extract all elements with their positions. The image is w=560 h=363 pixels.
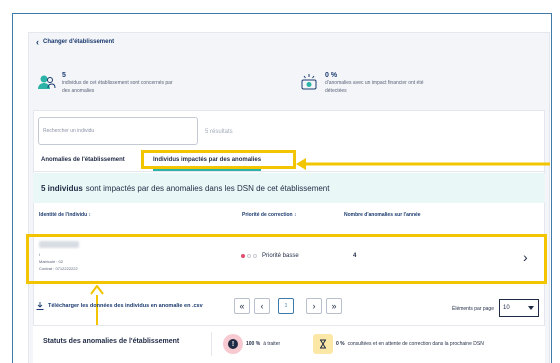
per-page-label: Éléments par page [452, 306, 494, 312]
status-title: Statuts des anomalies de l'établissement [43, 338, 180, 345]
individuals-stat: 5 individus de cet établissement sont co… [36, 72, 180, 95]
financial-impact-stat: 0 % d'anomalies avec un impact financier… [299, 72, 443, 95]
pagination-current: 1 [278, 298, 294, 314]
status-todo-label: à traiter [263, 341, 281, 347]
col-priority[interactable]: Priorité de correction ↕ [242, 212, 296, 218]
pagination: « ‹ [234, 298, 270, 314]
money-alert-icon [299, 72, 319, 92]
row-highlight-box [26, 234, 547, 284]
financial-percent: 0 % [325, 72, 338, 79]
summary-banner: 5 individus sont impactés par des anomal… [33, 173, 545, 203]
alert-icon: ! [223, 334, 243, 354]
active-tab-indicator [153, 169, 262, 171]
tab-establishment-anomalies[interactable]: Anomalies de l'établissement [41, 157, 125, 163]
individuals-count: 5 [62, 72, 66, 79]
caret-down-icon [528, 306, 534, 310]
banner-count: 5 individus [41, 183, 83, 193]
status-todo: ! 100 % à traiter [223, 334, 280, 354]
col-identity[interactable]: Identité de l'individu ↕ [39, 212, 91, 218]
col-anomaly-count: Nombre d'anomalies sur l'année [344, 212, 421, 218]
chevron-left-icon: ‹ [36, 37, 39, 47]
search-input[interactable]: Rechercher un individu [38, 117, 198, 145]
previous-page-button[interactable]: ‹ [254, 298, 270, 314]
last-page-button[interactable]: » [326, 298, 342, 314]
status-todo-pct: 100 % [246, 341, 261, 347]
next-page-button[interactable]: › [306, 298, 322, 314]
per-page-value: 10 [503, 305, 510, 311]
status-waiting: 0 % consultées et en attente de correcti… [313, 334, 484, 354]
first-page-button[interactable]: « [234, 298, 250, 314]
back-link[interactable]: ‹ Changer d'établissement [36, 37, 115, 47]
hourglass-icon [313, 334, 333, 354]
status-divider [211, 332, 212, 356]
download-csv-link[interactable]: Télécharger les données des individus en… [36, 302, 203, 310]
status-bar: Statuts des anomalies de l'établissement… [33, 325, 545, 363]
current-page-button[interactable]: 1 [278, 298, 294, 314]
download-icon [36, 302, 44, 310]
download-label: Télécharger les données des individus en… [48, 303, 203, 309]
tab-highlight-box [141, 150, 296, 169]
highlight-arrow-left [296, 158, 550, 170]
financial-desc: d'anomalies avec un impact financier ont… [325, 80, 424, 94]
individuals-desc: individus de cet établissement sont conc… [62, 80, 173, 94]
back-link-label: Changer d'établissement [43, 39, 115, 45]
users-icon [36, 72, 56, 92]
table-header: Identité de l'individu ↕ Priorité de cor… [33, 209, 545, 223]
results-count: 5 résultats [205, 129, 233, 135]
status-waiting-pct: 0 % [336, 341, 345, 347]
pagination-next: › » [306, 298, 342, 314]
status-waiting-label: consultées et en attente de correction d… [347, 341, 484, 347]
per-page-select[interactable]: 10 [499, 299, 539, 317]
banner-text: sont impactés par des anomalies dans les… [85, 183, 330, 193]
